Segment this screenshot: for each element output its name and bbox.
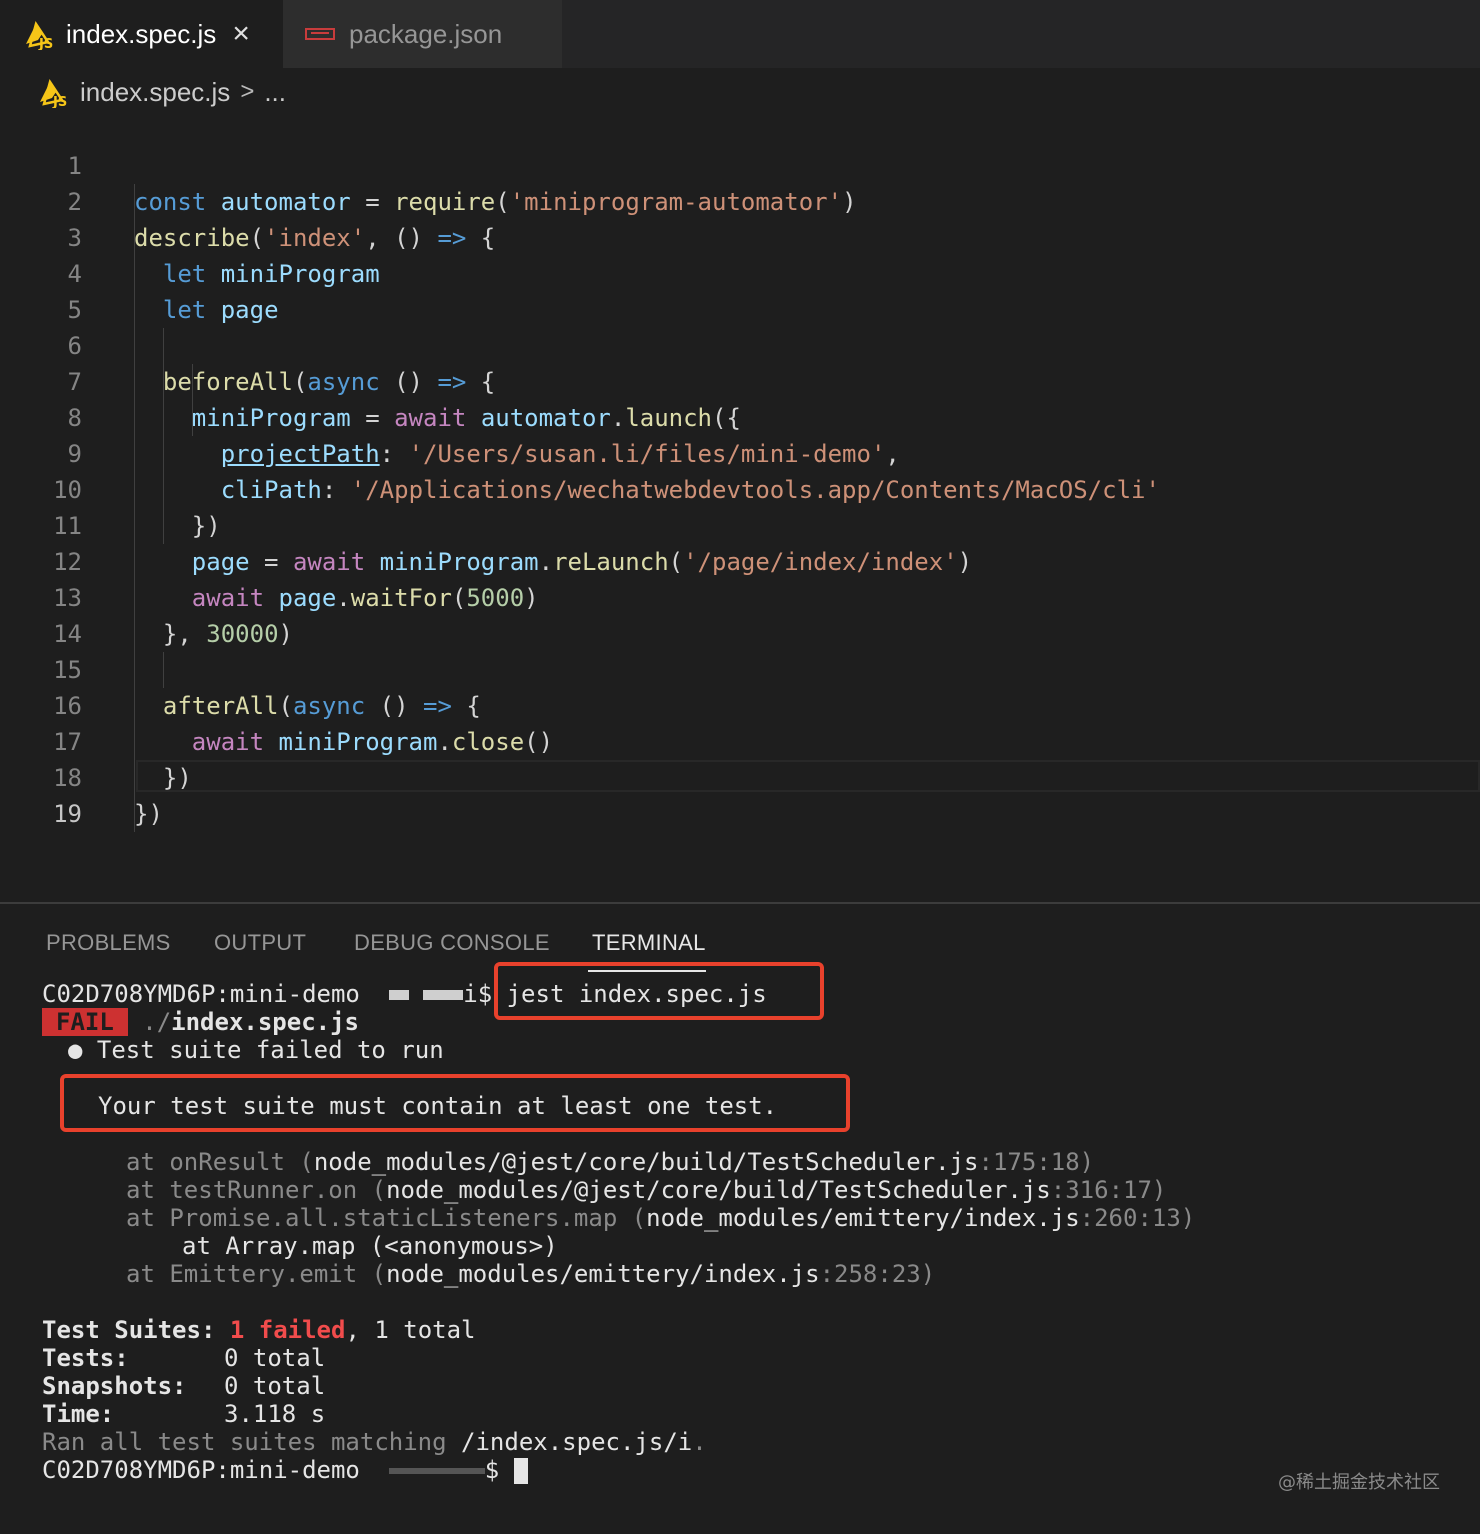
prompt-host: C02D708YMD6P:mini-demo [42,980,360,1008]
stack-frame: at testRunner.on (node_modules/@jest/cor… [126,1176,1167,1204]
javascript-file-icon: JS [40,79,67,108]
code-line: 18 }) [0,724,163,828]
stack-frame: at onResult (node_modules/@jest/core/bui… [126,1148,1095,1176]
stack-frame: at Emittery.emit (node_modules/emittery/… [126,1260,936,1288]
code-line: 8 projectPath: '/Users/susan.li/files/mi… [0,364,900,468]
code-line: 6 beforeAll(async () => { [0,292,496,396]
ran-all-line: Ran all test suites matching /index.spec… [42,1428,707,1456]
terminal-final-prompt: C02D708YMD6P:mini-demo $ [42,1456,528,1484]
prompt-suffix: i$ [463,980,493,1008]
code-line: 4 let page [0,220,279,324]
breadcrumb-file[interactable]: index.spec.js [80,77,230,108]
fail-file-prefix: ./ [142,1008,172,1036]
bullet-message: ● Test suite failed to run [68,1036,444,1064]
code-line: 7 miniProgram = await automator.launch({ [0,328,741,432]
code-line: 14 [0,580,82,648]
code-line: 17 }) [0,688,192,792]
summary-time: Time: [42,1400,115,1428]
editor-tab-bar: JS index.spec.js × package.json [0,0,1480,68]
tab-terminal[interactable]: TERMINAL [592,930,706,956]
summary-snapshots: Snapshots: [42,1372,187,1400]
summary-time-value: 3.118 s [224,1400,326,1428]
redacted-text [388,1468,485,1474]
code-line: 2 describe('index', () => { [0,148,496,252]
code-line: 15 afterAll(async () => { [0,616,481,720]
redacted-text [388,990,409,1000]
stack-frame: at Promise.all.staticListeners.map (node… [126,1204,1196,1232]
indent-guide [163,652,164,688]
summary-tests: Tests: [42,1344,129,1372]
tab-output[interactable]: OUTPUT [214,930,306,956]
tab-problems[interactable]: PROBLEMS [46,930,171,956]
code-editor[interactable]: 1 const automator = require('miniprogram… [0,112,1480,902]
error-highlight-box [60,1074,850,1132]
fail-line: FAIL ./index.spec.js [42,1008,359,1036]
fail-badge: FAIL [42,1008,128,1036]
line-number: 19 [53,800,82,828]
code-line: 3 let miniProgram [0,184,380,288]
code-line: 16 await miniProgram.close() [0,652,553,756]
code-line: 5 [0,256,82,324]
watermark: @稀土掘金技术社区 [1278,1472,1440,1493]
tab-debug-console[interactable]: DEBUG CONSOLE [354,930,550,956]
command-highlight-box [494,962,824,1020]
code-line: 9 cliPath: '/Applications/wechatwebdevto… [0,400,1160,504]
tab-label: package.json [349,18,503,49]
close-icon[interactable]: × [232,19,250,49]
terminal-cursor [513,1458,528,1484]
npm-icon [305,28,335,40]
current-line-highlight [136,760,1480,792]
svg-text:JS: JS [38,37,53,50]
code-line: 19 [0,760,82,828]
tab-package-json[interactable]: package.json [282,0,562,68]
bottom-panel: PROBLEMS OUTPUT DEBUG CONSOLE TERMINAL C… [0,902,1480,1534]
tab-index-spec-js[interactable]: JS index.spec.js × [0,0,282,68]
breadcrumb-more[interactable]: ... [264,77,286,108]
code-line: 11 page = await miniProgram.reLaunch('/p… [0,472,972,576]
summary-snapshots-value: 0 total [224,1372,326,1400]
code-line: 13 }, 30000) [0,544,293,648]
fail-file: index.spec.js [171,1008,359,1036]
summary-suites: Test Suites: 1 failed, 1 total [42,1316,476,1344]
javascript-file-icon: JS [26,21,53,50]
breadcrumb: JS index.spec.js > ... [36,72,286,112]
redacted-text [423,990,464,1000]
summary-tests-value: 0 total [224,1344,326,1372]
chevron-right-icon: > [240,78,255,105]
code-line: 12 await page.waitFor(5000) [0,508,539,612]
code-line: 10 }) [0,436,221,540]
tab-label: index.spec.js [66,18,217,49]
stack-frame: at Array.map (<anonymous>) [182,1232,558,1260]
svg-text:JS: JS [52,95,67,108]
code-line: 1 const automator = require('miniprogram… [0,112,857,216]
